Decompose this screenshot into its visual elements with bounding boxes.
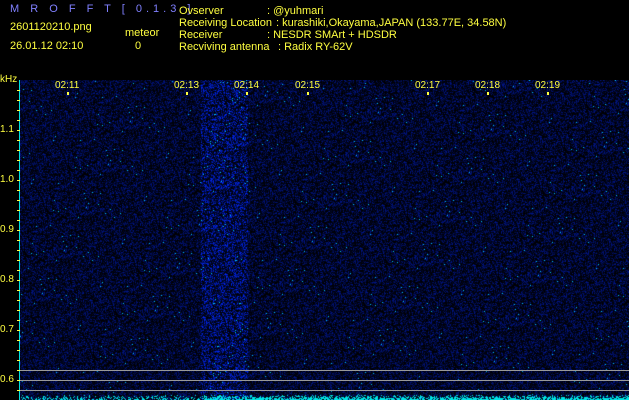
x-tick <box>186 92 188 95</box>
y-tick-label: 0.6 <box>0 374 14 385</box>
y-minor-tick <box>17 130 20 131</box>
unit-label: kHz <box>0 74 18 85</box>
x-tick-label: 02:15 <box>295 80 321 91</box>
app-title: M R O F F T [ 0.1.3 ] <box>10 3 195 15</box>
y-minor-tick <box>17 120 20 121</box>
y-minor-tick <box>17 360 20 361</box>
y-minor-tick <box>17 350 20 351</box>
info-label: Receiving Location <box>179 17 272 29</box>
marker-line <box>20 370 629 371</box>
x-tick <box>307 92 309 95</box>
filename: 2601120210.png <box>10 21 92 33</box>
y-tick-label: 0.8 <box>0 274 14 285</box>
y-minor-tick <box>17 220 20 221</box>
x-tick-label: 02:13 <box>174 80 200 91</box>
info-value: : Radix RY-62V <box>278 41 353 53</box>
x-tick-label: 02:19 <box>535 80 561 91</box>
y-minor-tick <box>17 310 20 311</box>
y-minor-tick <box>17 260 20 261</box>
y-minor-tick <box>17 270 20 271</box>
y-minor-tick <box>17 110 20 111</box>
x-tick-label: 02:18 <box>475 80 501 91</box>
x-tick <box>427 92 429 95</box>
y-minor-tick <box>17 380 20 381</box>
info-label: Ovserver <box>179 5 224 17</box>
y-minor-tick <box>17 160 20 161</box>
x-tick-label: 02:17 <box>415 80 441 91</box>
y-tick-label: 0.9 <box>0 224 14 235</box>
y-minor-tick <box>17 90 20 91</box>
spectrogram <box>20 80 629 400</box>
y-minor-tick <box>17 280 20 281</box>
y-minor-tick <box>17 150 20 151</box>
info-value: : NESDR SMArt + HDSDR <box>267 29 397 41</box>
meteor-count: 0 <box>135 40 142 52</box>
y-tick-label: 0.7 <box>0 324 14 335</box>
info-label: Recviving antenna <box>179 41 270 53</box>
y-minor-tick <box>17 370 20 371</box>
y-minor-tick <box>17 190 20 191</box>
y-minor-tick <box>17 140 20 141</box>
y-minor-tick <box>17 210 20 211</box>
x-tick-label: 02:14 <box>234 80 260 91</box>
x-tick <box>67 92 69 95</box>
marker-line <box>20 390 629 391</box>
y-minor-tick <box>17 390 20 391</box>
y-minor-tick <box>17 290 20 291</box>
y-minor-tick <box>17 230 20 231</box>
datetime: 26.01.12 02:10 <box>10 40 84 52</box>
info-value: : kurashiki,Okayama,JAPAN (133.77E, 34.5… <box>276 17 507 29</box>
y-minor-tick <box>17 330 20 331</box>
y-minor-tick <box>17 180 20 181</box>
info-label: Receiver <box>179 29 223 41</box>
y-minor-tick <box>17 340 20 341</box>
y-tick-label: 1.1 <box>0 124 14 135</box>
y-minor-tick <box>17 200 20 201</box>
y-minor-tick <box>17 320 20 321</box>
y-minor-tick <box>17 250 20 251</box>
y-tick-label: 1.0 <box>0 174 14 185</box>
x-tick <box>547 92 549 95</box>
info-value: : @yuhmari <box>267 5 324 17</box>
y-minor-tick <box>17 300 20 301</box>
x-tick-label: 02:11 <box>55 80 80 91</box>
meteor-label: meteor <box>125 27 160 39</box>
x-tick <box>487 92 489 95</box>
y-minor-tick <box>17 240 20 241</box>
marker-line <box>20 380 629 381</box>
y-minor-tick <box>17 100 20 101</box>
x-tick <box>246 92 248 95</box>
y-minor-tick <box>17 170 20 171</box>
